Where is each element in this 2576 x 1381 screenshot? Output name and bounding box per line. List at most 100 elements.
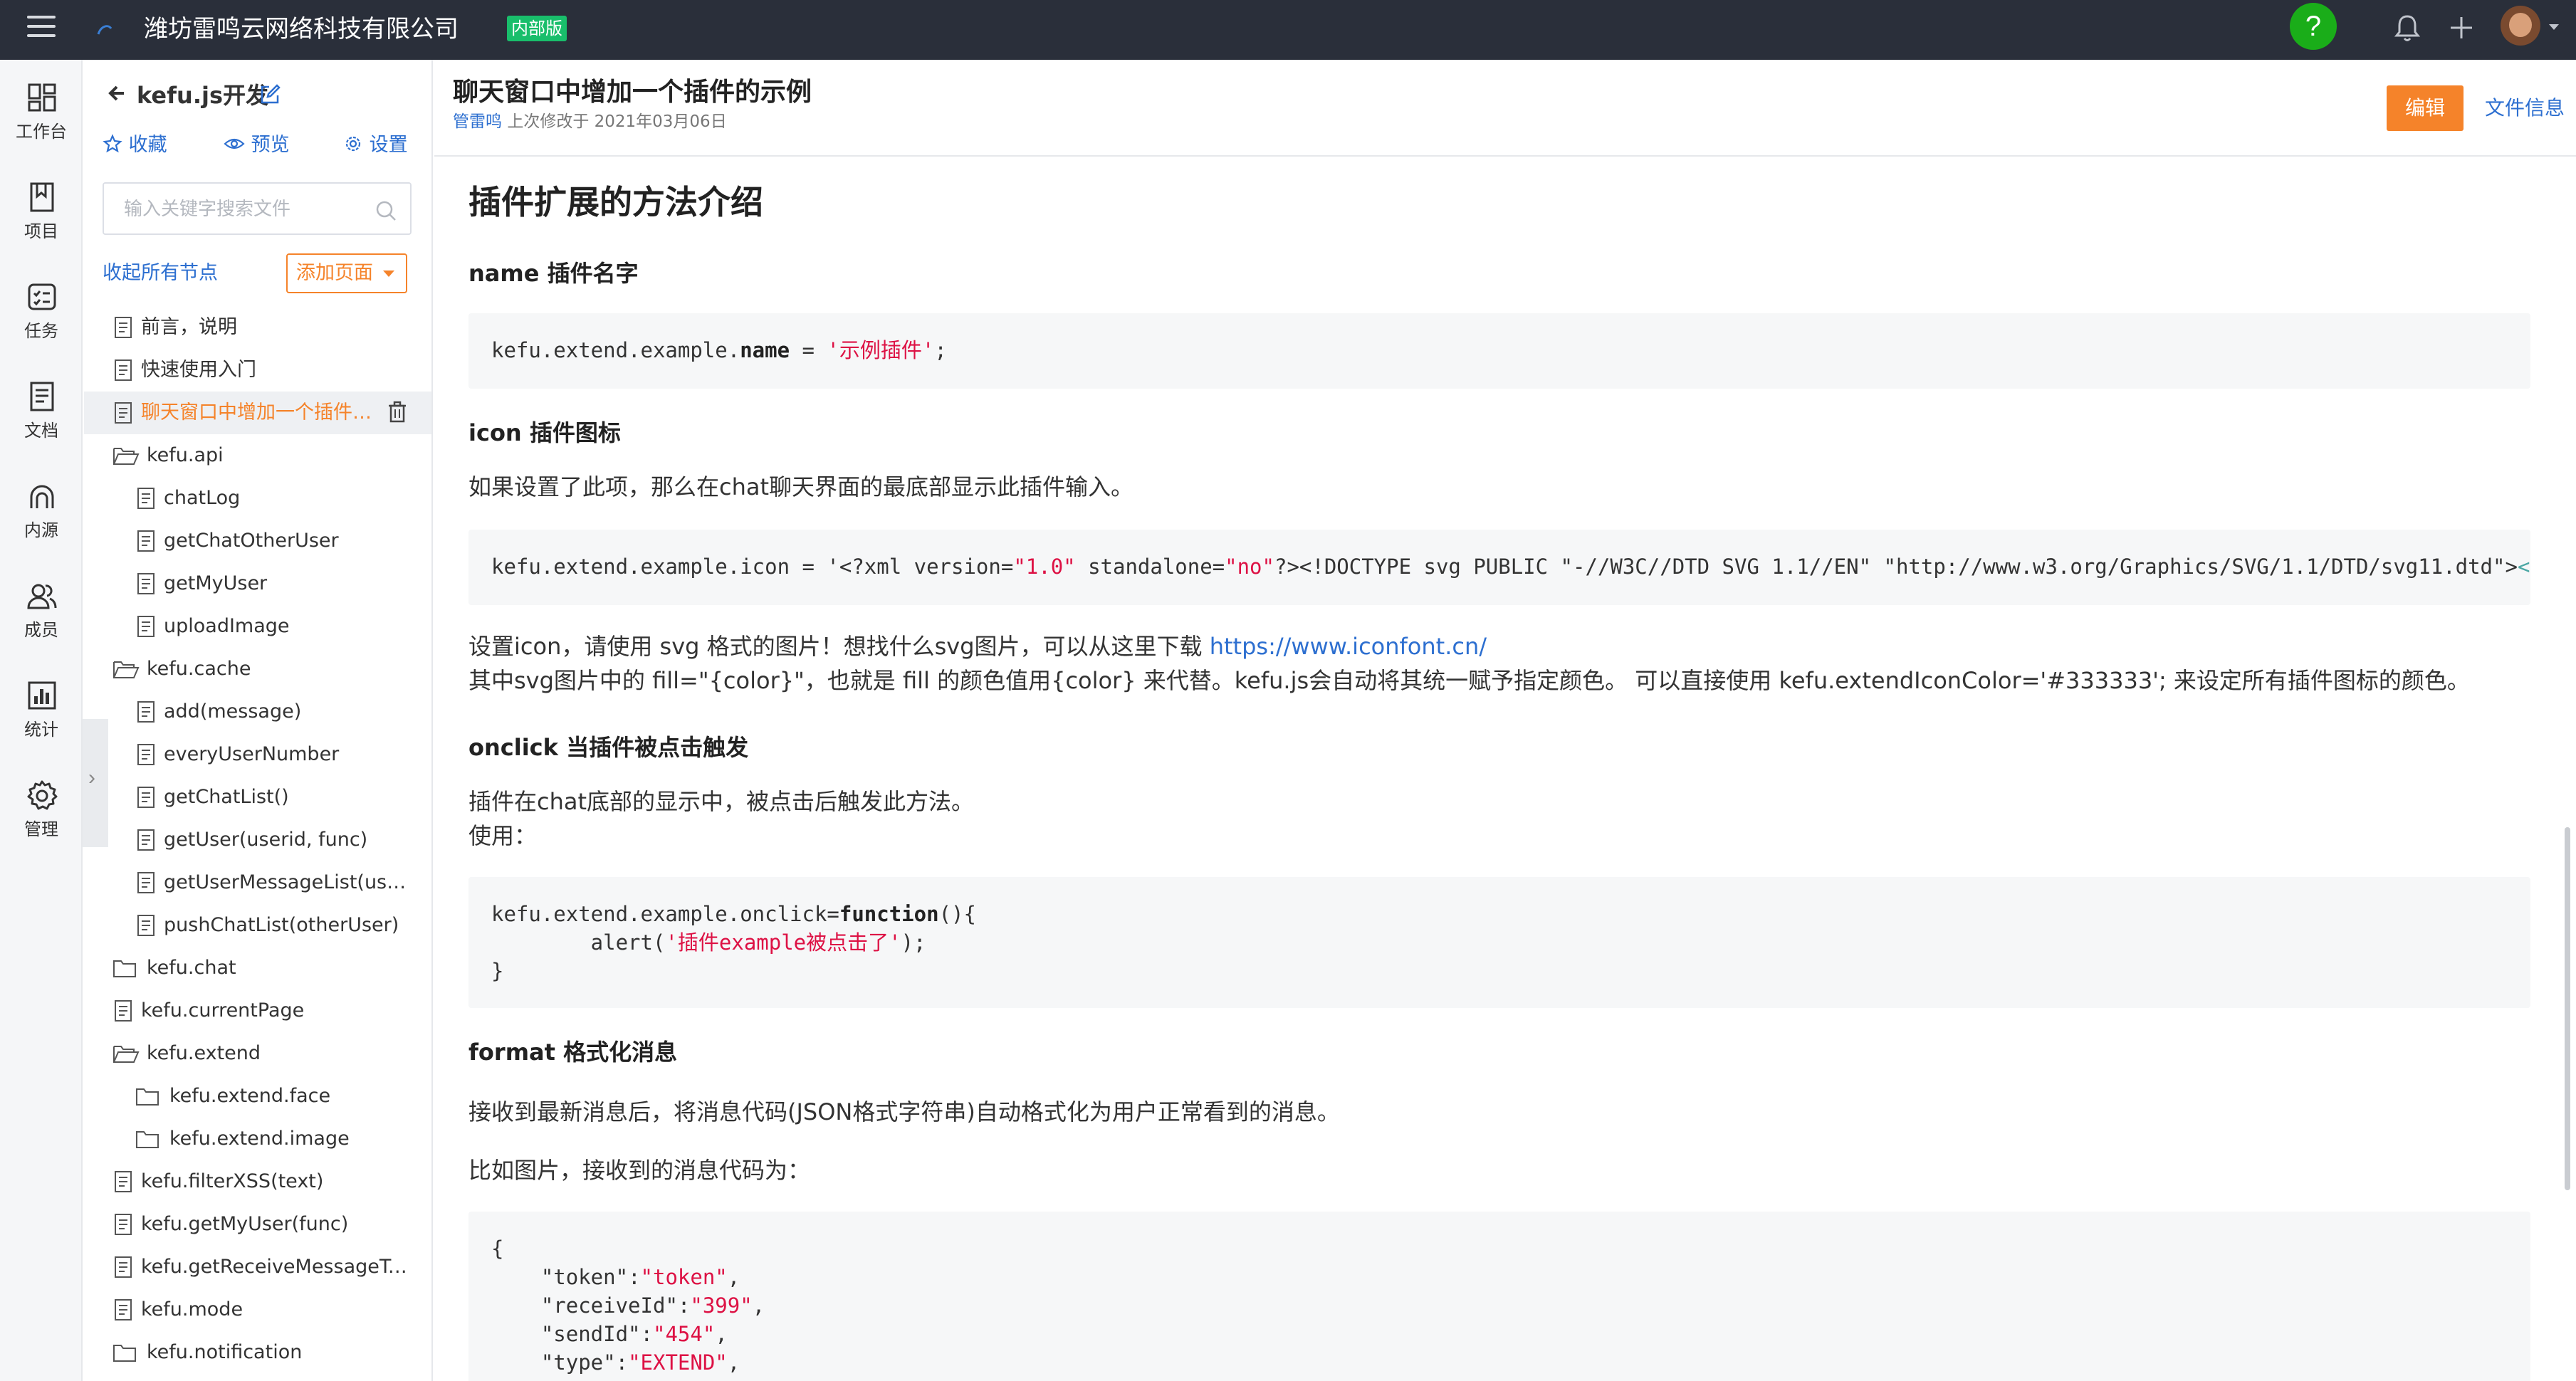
tree-node[interactable]: uploadImage: [84, 605, 431, 648]
tree-node[interactable]: getUserMessageList(userid): [84, 861, 431, 904]
caret-down-icon: [383, 271, 394, 277]
tree-node[interactable]: kefu.getMyUser(func): [84, 1203, 431, 1246]
tree-node[interactable]: kefu.notification: [84, 1331, 431, 1374]
code-key: "token": [540, 1265, 629, 1289]
back-arrow-icon[interactable]: [104, 81, 128, 112]
doc-meta: 管雷鸣 上次修改于 2021年03月06日: [453, 111, 727, 132]
tree-node[interactable]: 快速使用入门: [84, 349, 431, 392]
paragraph: 比如图片，接收到的消息代码为：: [468, 1157, 811, 1184]
tree-node[interactable]: add(message): [84, 690, 431, 733]
collapse-all-link[interactable]: 收起所有节点: [103, 258, 218, 289]
tree-node[interactable]: kefu.getReceiveMessageText: [84, 1246, 431, 1288]
menu-icon[interactable]: [27, 16, 56, 44]
code-key: "receiveId": [540, 1293, 678, 1318]
tree-node-label: kefu.notification: [147, 1341, 303, 1363]
scrollbar-thumb[interactable]: [2565, 827, 2570, 1190]
paragraph: 如果设置了此项，那么在chat聊天界面的最底部显示此插件输入。: [468, 473, 1134, 500]
tree-node-label: 前言，说明: [141, 316, 237, 338]
nav-item-members[interactable]: 成员: [0, 572, 83, 658]
tree-node[interactable]: getMyUser: [84, 562, 431, 605]
tree-node-label: kefu.getReceiveMessageText: [141, 1256, 407, 1278]
search-icon[interactable]: [375, 199, 397, 222]
code-text: standalone=: [1075, 555, 1225, 579]
tree-node[interactable]: getUser(userid, func): [84, 819, 431, 861]
tree-node[interactable]: everyUserNumber: [84, 733, 431, 776]
folder-icon[interactable]: [135, 1128, 159, 1150]
nav-label: 任务: [24, 321, 58, 341]
iconfont-link[interactable]: https://www.iconfont.cn/: [1210, 633, 1487, 660]
tree-node[interactable]: pushChatList(otherUser): [84, 904, 431, 947]
code-text: alert(: [491, 930, 666, 955]
nav-item-admin[interactable]: 管理: [0, 772, 83, 857]
folder-open-icon[interactable]: [112, 1042, 140, 1065]
document-icon: [112, 1298, 134, 1321]
settings-button[interactable]: 设置: [343, 131, 408, 159]
help-button[interactable]: ?: [2290, 3, 2337, 50]
folder-icon[interactable]: [135, 1085, 159, 1108]
folder-icon[interactable]: [112, 1341, 136, 1364]
paragraph: 接收到最新消息后，将消息代码(JSON格式字符串)自动格式化为用户正常看到的消息…: [468, 1098, 1340, 1125]
tree-node-label: everyUserNumber: [164, 743, 340, 765]
nav-label: 管理: [24, 819, 58, 839]
tree-node[interactable]: 聊天窗口中增加一个插件的示例: [84, 392, 431, 434]
code-string: '示例插件': [827, 338, 935, 362]
code-string: '插件example被点击了': [665, 930, 901, 955]
file-info-link[interactable]: 文件信息: [2485, 85, 2565, 131]
nav-item-stats[interactable]: 统计: [0, 672, 83, 757]
tree-node[interactable]: kefu.mode: [84, 1288, 431, 1331]
tree-node[interactable]: kefu.cache: [84, 648, 431, 690]
folder-open-icon[interactable]: [112, 658, 140, 681]
tree-node[interactable]: kefu.chat: [84, 947, 431, 989]
paragraph: 其中svg图片中的 fill="{color}"，也就是 fill 的颜色值用{…: [468, 667, 2470, 694]
tree-node[interactable]: getChatOtherUser: [84, 520, 431, 562]
document-icon: [135, 786, 157, 809]
tree-node[interactable]: kefu.api: [84, 434, 431, 477]
tree-node-label: kefu.currentPage: [141, 999, 305, 1022]
tree-node-label: kefu.extend.face: [169, 1085, 331, 1107]
document-icon: [30, 382, 54, 411]
trash-icon[interactable]: [386, 400, 409, 424]
project-title: kefu.js开发: [137, 82, 269, 109]
document-icon: [112, 401, 134, 424]
settings-label: 设置: [369, 134, 408, 156]
edit-icon[interactable]: [259, 84, 281, 105]
nav-item-inner-source[interactable]: 内源: [0, 473, 83, 558]
tree-node[interactable]: kefu.extend.face: [84, 1075, 431, 1118]
content-scrollbar[interactable]: [2563, 158, 2572, 1381]
folder-open-icon[interactable]: [112, 444, 140, 467]
tree-node[interactable]: kefu.currentPage: [84, 989, 431, 1032]
add-page-button[interactable]: 添加页面: [286, 253, 407, 293]
tree-node[interactable]: kefu.filterXSS(text): [84, 1160, 431, 1203]
company-name[interactable]: 潍坊雷鸣云网络科技有限公司: [144, 11, 459, 47]
tree-node-label: 快速使用入门: [141, 359, 256, 381]
chevron-down-icon[interactable]: [2549, 24, 2559, 30]
preview-button[interactable]: 预览: [224, 131, 290, 159]
tree-node[interactable]: kefu.extend: [84, 1032, 431, 1075]
tree-node[interactable]: getChatList(): [84, 776, 431, 819]
avatar[interactable]: [2501, 6, 2540, 46]
nav-item-projects[interactable]: 项目: [0, 174, 83, 259]
nav-item-tasks[interactable]: 任务: [0, 273, 83, 359]
tree-node[interactable]: 前言，说明: [84, 306, 431, 349]
plus-icon[interactable]: [2444, 10, 2479, 46]
collapse-sidebar-button[interactable]: ›: [83, 719, 108, 847]
code-text: );: [901, 930, 926, 955]
tree-node[interactable]: chatLog: [84, 477, 431, 520]
nav-rail: 工作台 项目 任务 文档 内源 成员 统计 管理: [0, 60, 83, 1381]
code-text: kefu.extend.example.: [491, 338, 740, 362]
tree-node[interactable]: kefu.extend.image: [84, 1118, 431, 1160]
search-input[interactable]: [124, 194, 359, 225]
edit-button[interactable]: 编辑: [2387, 85, 2464, 131]
eye-icon: [224, 138, 245, 149]
code-text: ?><!DOCTYPE svg PUBLIC "-//W3C//DTD SVG …: [1274, 555, 2518, 579]
favorite-button[interactable]: 收藏: [103, 131, 167, 159]
bell-icon[interactable]: [2389, 10, 2425, 46]
tree-node-label: getChatList(): [164, 786, 289, 808]
nav-label: 项目: [24, 221, 58, 241]
folder-icon[interactable]: [112, 957, 136, 980]
nav-item-workbench[interactable]: 工作台: [0, 74, 83, 159]
document-icon: [112, 316, 134, 339]
tree-node-label: getUserMessageList(userid): [164, 871, 407, 893]
nav-item-docs[interactable]: 文档: [0, 373, 83, 458]
author-link[interactable]: 管雷鸣: [453, 112, 502, 131]
